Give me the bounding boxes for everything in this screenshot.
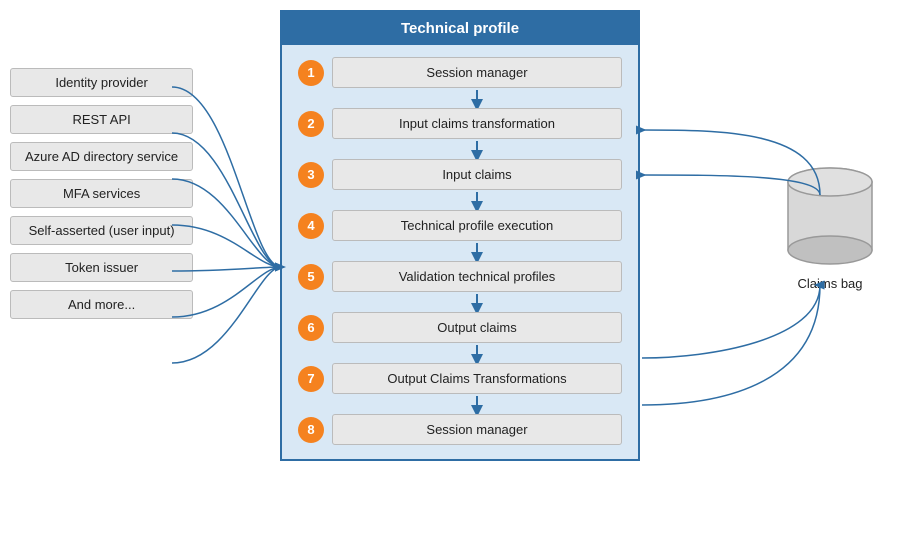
tp-panel-body: 1 Session manager 2 Input claims transfo… [282, 45, 638, 459]
step-box-7: Output Claims Transformations [332, 363, 622, 394]
step-badge-8: 8 [298, 417, 324, 443]
step-box-6: Output claims [332, 312, 622, 343]
step-row-1: 1 Session manager [298, 57, 622, 88]
step-badge-1: 1 [298, 60, 324, 86]
left-item-identity-provider: Identity provider [10, 68, 193, 97]
arrow-7-8 [332, 396, 622, 414]
step-badge-2: 2 [298, 111, 324, 137]
step-badge-4: 4 [298, 213, 324, 239]
left-item-rest-api: REST API [10, 105, 193, 134]
step-box-2: Input claims transformation [332, 108, 622, 139]
step-row-7: 7 Output Claims Transformations [298, 363, 622, 394]
claims-bag: Claims bag [780, 160, 880, 291]
arrow-1-2 [332, 90, 622, 108]
technical-profile-panel: Technical profile 1 Session manager 2 In… [280, 10, 640, 461]
step-badge-5: 5 [298, 264, 324, 290]
step-badge-7: 7 [298, 366, 324, 392]
claims-bag-label: Claims bag [797, 276, 862, 291]
left-items-list: Identity provider REST API Azure AD dire… [10, 68, 193, 319]
step-box-3: Input claims [332, 159, 622, 190]
step-box-4: Technical profile execution [332, 210, 622, 241]
arrow-2-3 [332, 141, 622, 159]
step-badge-3: 3 [298, 162, 324, 188]
left-item-self-asserted: Self-asserted (user input) [10, 216, 193, 245]
left-item-azure-ad: Azure AD directory service [10, 142, 193, 171]
arrow-4-5 [332, 243, 622, 261]
step-row-6: 6 Output claims [298, 312, 622, 343]
left-item-and-more: And more... [10, 290, 193, 319]
tp-panel-header: Technical profile [282, 12, 638, 45]
step-box-8: Session manager [332, 414, 622, 445]
arrow-6-7 [332, 345, 622, 363]
step-row-2: 2 Input claims transformation [298, 108, 622, 139]
left-item-mfa: MFA services [10, 179, 193, 208]
step-row-4: 4 Technical profile execution [298, 210, 622, 241]
step-badge-6: 6 [298, 315, 324, 341]
step-box-5: Validation technical profiles [332, 261, 622, 292]
diagram: Identity provider REST API Azure AD dire… [0, 0, 910, 539]
arrow-3-4 [332, 192, 622, 210]
cylinder-icon [780, 160, 880, 270]
step-row-8: 8 Session manager [298, 414, 622, 445]
step-row-3: 3 Input claims [298, 159, 622, 190]
step-row-5: 5 Validation technical profiles [298, 261, 622, 292]
step-box-1: Session manager [332, 57, 622, 88]
left-item-token-issuer: Token issuer [10, 253, 193, 282]
arrow-5-6 [332, 294, 622, 312]
